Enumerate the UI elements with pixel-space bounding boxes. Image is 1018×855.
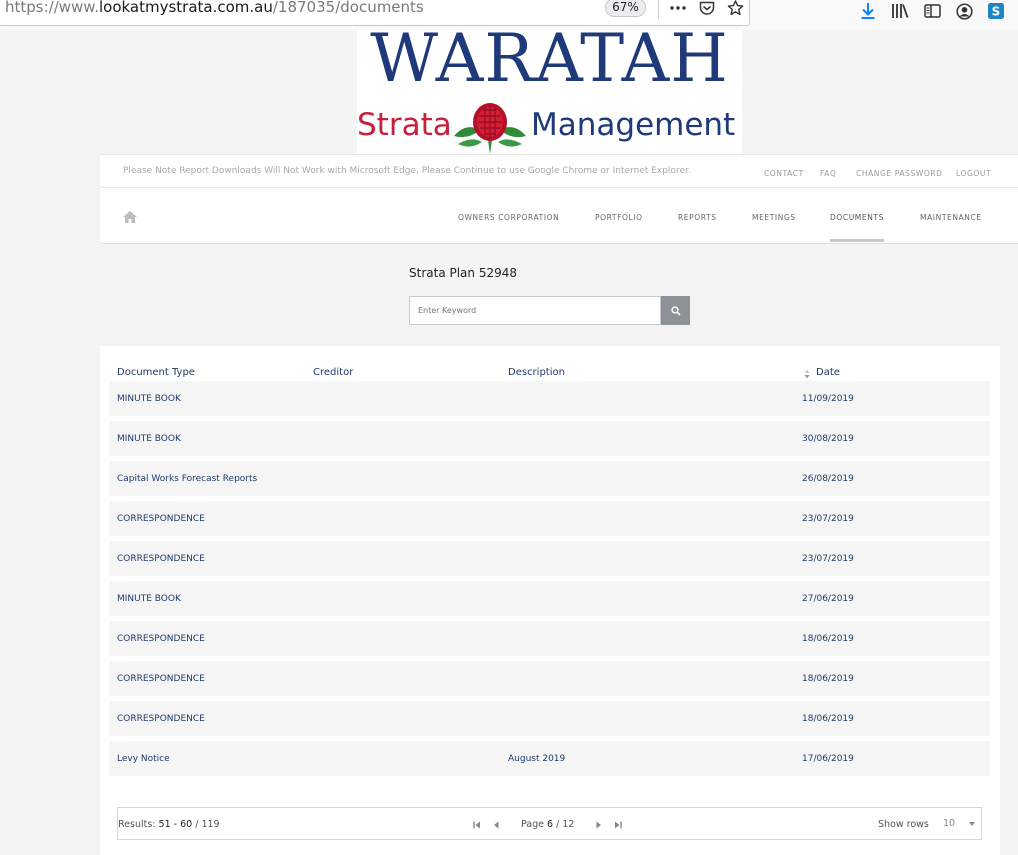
cell-document-type[interactable]: CORRESPONDENCE: [117, 634, 205, 644]
sort-icon[interactable]: [804, 369, 810, 379]
logout-link[interactable]: LOGOUT: [956, 169, 991, 178]
home-icon[interactable]: [122, 210, 138, 224]
sidebar-icon[interactable]: [921, 0, 943, 22]
show-rows-label: Show rows: [878, 819, 929, 830]
table-row[interactable]: CORRESPONDENCE 23/07/2019: [109, 541, 990, 576]
nav-meetings[interactable]: MEETINGS: [752, 213, 796, 222]
cell-document-type[interactable]: Levy Notice: [117, 754, 170, 764]
rows-per-page-select[interactable]: 10: [932, 814, 980, 835]
cell-date: 18/06/2019: [802, 674, 854, 684]
nav-documents[interactable]: DOCUMENTS: [830, 213, 884, 222]
pagination-bar: Results: 51 - 60 / 119 Page 6 / 12 Show …: [117, 807, 982, 840]
cell-date: 23/07/2019: [802, 554, 854, 564]
download-icon[interactable]: [857, 0, 879, 22]
column-header-creditor[interactable]: Creditor: [313, 367, 353, 378]
search-input[interactable]: [409, 296, 661, 325]
nav-maintenance[interactable]: MAINTENANCE: [920, 213, 982, 222]
search-button[interactable]: [661, 296, 690, 325]
nav-portfolio[interactable]: PORTFOLIO: [595, 213, 643, 222]
cell-date: 26/08/2019: [802, 474, 854, 484]
nav-reports[interactable]: REPORTS: [678, 213, 717, 222]
change-password-link[interactable]: CHANGE PASSWORD: [856, 169, 943, 178]
page-container: WARATAH Strata Management Please Note Re…: [100, 26, 1018, 855]
zoom-level-button[interactable]: 67%: [605, 0, 646, 17]
table-row[interactable]: Levy Notice August 2019 17/06/2019: [109, 741, 990, 776]
table-row[interactable]: MINUTE BOOK 11/09/2019: [109, 381, 990, 416]
header-logo-area: WARATAH Strata Management: [100, 26, 1000, 154]
column-header-date[interactable]: Date: [816, 367, 840, 378]
browser-notice: Please Note Report Downloads Will Not Wo…: [123, 166, 691, 176]
table-row[interactable]: CORRESPONDENCE 18/06/2019: [109, 701, 990, 736]
logo-word-strata: Strata: [357, 107, 452, 143]
url-text[interactable]: https://www.lookatmystrata.com.au/187035…: [5, 0, 424, 16]
search-icon: [670, 305, 681, 316]
rows-per-page-value: 10: [943, 818, 956, 829]
extension-s-icon[interactable]: S: [985, 0, 1007, 22]
chevron-down-icon: [969, 822, 975, 826]
table-row[interactable]: CORRESPONDENCE 18/06/2019: [109, 621, 990, 656]
table-row[interactable]: CORRESPONDENCE 23/07/2019: [109, 501, 990, 536]
cell-description: August 2019: [508, 754, 566, 764]
cell-date: 27/06/2019: [802, 594, 854, 604]
star-icon[interactable]: [724, 0, 746, 18]
page-indicator: Page 6 / 12: [521, 819, 575, 830]
account-icon[interactable]: [953, 0, 975, 22]
cell-document-type[interactable]: CORRESPONDENCE: [117, 674, 205, 684]
faq-link[interactable]: FAQ: [820, 169, 836, 178]
previous-page-icon[interactable]: [491, 820, 501, 830]
cell-document-type[interactable]: CORRESPONDENCE: [117, 514, 205, 524]
logo-title: WARATAH: [370, 20, 729, 97]
results-summary: Results: 51 - 60 / 119: [118, 819, 220, 830]
cell-document-type[interactable]: MINUTE BOOK: [117, 434, 181, 444]
cell-date: 17/06/2019: [802, 754, 854, 764]
search-section: Strata Plan 52948: [100, 244, 1000, 346]
next-page-icon[interactable]: [594, 820, 604, 830]
last-page-icon[interactable]: [613, 820, 623, 830]
table-row[interactable]: Capital Works Forecast Reports 26/08/2019: [109, 461, 990, 496]
more-icon[interactable]: [667, 0, 689, 18]
notice-bar: Please Note Report Downloads Will Not Wo…: [100, 154, 1018, 188]
svg-text:S: S: [992, 5, 1001, 19]
table-row[interactable]: MINUTE BOOK 27/06/2019: [109, 581, 990, 616]
cell-date: 11/09/2019: [802, 394, 854, 404]
waratah-flower-icon: [454, 103, 526, 154]
cell-date: 18/06/2019: [802, 714, 854, 724]
cell-date: 18/06/2019: [802, 634, 854, 644]
nav-owners-corporation[interactable]: OWNERS CORPORATION: [458, 213, 559, 222]
url-separator: [658, 0, 659, 19]
pocket-icon[interactable]: [696, 0, 718, 18]
table-row[interactable]: CORRESPONDENCE 18/06/2019: [109, 661, 990, 696]
library-icon[interactable]: [889, 0, 911, 22]
column-header-description[interactable]: Description: [508, 367, 565, 378]
cell-date: 23/07/2019: [802, 514, 854, 524]
cell-document-type[interactable]: Capital Works Forecast Reports: [117, 474, 257, 484]
logo-word-management: Management: [531, 107, 736, 143]
cell-document-type[interactable]: MINUTE BOOK: [117, 394, 181, 404]
column-header-document-type[interactable]: Document Type: [117, 367, 195, 378]
cell-document-type[interactable]: CORRESPONDENCE: [117, 554, 205, 564]
main-nav: OWNERS CORPORATION PORTFOLIO REPORTS MEE…: [100, 188, 1018, 244]
page-title: Strata Plan 52948: [409, 266, 517, 280]
waratah-logo[interactable]: WARATAH Strata Management: [357, 26, 742, 154]
first-page-icon[interactable]: [472, 820, 482, 830]
cell-document-type[interactable]: CORRESPONDENCE: [117, 714, 205, 724]
nav-active-indicator: [830, 239, 884, 242]
table-row[interactable]: MINUTE BOOK 30/08/2019: [109, 421, 990, 456]
cell-date: 30/08/2019: [802, 434, 854, 444]
contact-link[interactable]: CONTACT: [764, 169, 804, 178]
cell-document-type[interactable]: MINUTE BOOK: [117, 594, 181, 604]
documents-table: Document Type Creditor Description Date …: [100, 346, 1000, 855]
